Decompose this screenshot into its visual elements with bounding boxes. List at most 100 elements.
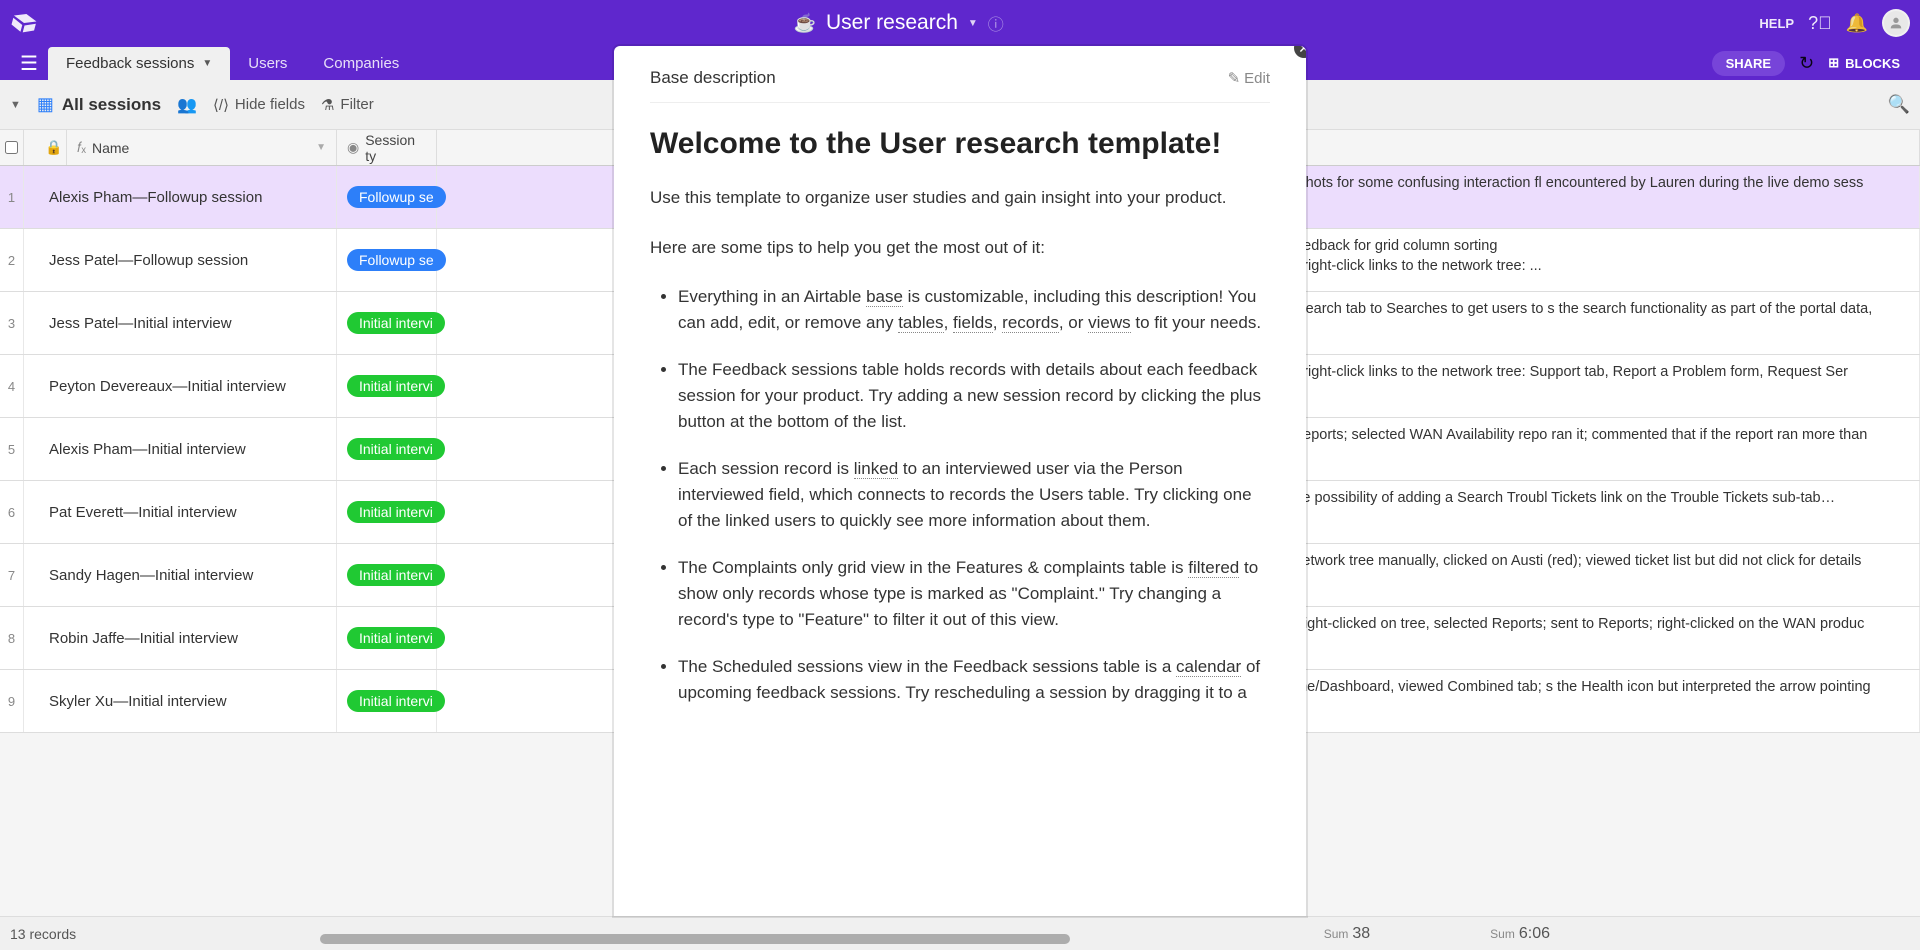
cell-notes[interactable]: Clicked Home/Dashboard, viewed Combined …: [1215, 670, 1920, 732]
hide-fields-label: Hide fields: [235, 96, 305, 113]
row-number: 3: [0, 292, 24, 354]
row-number: 5: [0, 418, 24, 480]
cell-name[interactable]: Alexis Pham—Followup session: [39, 166, 337, 228]
cell-notes[interactable]: – Add more right-click links to the netw…: [1215, 355, 1920, 417]
tip-item: Each session record is linked to an inte…: [678, 456, 1270, 535]
tip-item: The Complaints only grid view in the Fea…: [678, 555, 1270, 634]
cell-session-type[interactable]: Initial intervi: [337, 292, 437, 354]
modal-intro: Use this template to organize user studi…: [650, 185, 1270, 211]
row-color-bar: [24, 544, 39, 606]
tab-label: Feedback sessions: [66, 55, 194, 72]
name-column-header[interactable]: 𝑓ₓ Name ▼: [67, 130, 337, 165]
column-label: Session ty: [365, 132, 426, 164]
tab-feedback-sessions[interactable]: Feedback sessions ▼: [48, 47, 230, 80]
cell-notes[interactable]: User flow: Right-clicked on tree, select…: [1215, 607, 1920, 669]
cell-session-type[interactable]: Initial intervi: [337, 607, 437, 669]
modal-tips-list: Everything in an Airtable base is custom…: [650, 284, 1270, 706]
select-all-checkbox[interactable]: [5, 141, 18, 154]
blocks-button[interactable]: ⊞ BLOCKS: [1828, 55, 1900, 71]
tag-icon: ◉: [347, 139, 359, 156]
cell-session-type[interactable]: Initial intervi: [337, 355, 437, 417]
collaborators-icon[interactable]: 👥: [177, 95, 197, 115]
hide-fields-icon: ⟨/⟩: [213, 96, 229, 114]
cell-notes[interactable]: See screenshots for some confusing inter…: [1215, 166, 1920, 228]
row-color-bar: [24, 607, 39, 669]
formula-icon: 𝑓ₓ: [77, 139, 86, 156]
topbar: ☕ User research ▼ ⓘ HELP ?⃝ 🔔: [0, 0, 1920, 46]
cell-notes[interactable]: – Explore the possibility of adding a Se…: [1215, 481, 1920, 543]
search-icon[interactable]: 🔍: [1888, 94, 1910, 114]
edit-button[interactable]: ✎Edit: [1228, 69, 1270, 87]
row-color-bar: [24, 670, 39, 732]
cell-name[interactable]: Peyton Devereaux—Initial interview: [39, 355, 337, 417]
row-number: 9: [0, 670, 24, 732]
pencil-icon: ✎: [1228, 69, 1241, 87]
hide-fields-button[interactable]: ⟨/⟩ Hide fields: [213, 96, 305, 114]
cell-session-type[interactable]: Initial intervi: [337, 544, 437, 606]
cell-name[interactable]: Sandy Hagen—Initial interview: [39, 544, 337, 606]
tab-dropdown-caret[interactable]: ▼: [202, 58, 212, 69]
cell-notes[interactable]: Clicked to Reports; selected WAN Availab…: [1215, 418, 1920, 480]
row-color-bar: [24, 481, 39, 543]
tip-item: Everything in an Airtable base is custom…: [678, 284, 1270, 337]
row-color-bar: [24, 418, 39, 480]
share-button[interactable]: SHARE: [1712, 51, 1786, 76]
base-description-modal: ✕ Base description ✎Edit Welcome to the …: [614, 46, 1306, 916]
view-selector[interactable]: ▦ All sessions: [37, 94, 161, 115]
cell-name[interactable]: Robin Jaffe—Initial interview: [39, 607, 337, 669]
notes-column-header[interactable]: ≡ Notes: [1215, 130, 1920, 165]
info-icon[interactable]: ⓘ: [988, 11, 1004, 35]
notifications-icon[interactable]: 🔔: [1846, 13, 1868, 34]
row-color-bar: [24, 229, 39, 291]
close-icon[interactable]: ✕: [1294, 46, 1306, 58]
modal-tips-intro: Here are some tips to help you get the m…: [650, 235, 1270, 261]
tab-users[interactable]: Users: [230, 47, 305, 80]
help-icon[interactable]: ?⃝: [1808, 13, 1832, 34]
row-color-bar: [24, 166, 39, 228]
cell-name[interactable]: Skyler Xu—Initial interview: [39, 670, 337, 732]
cell-session-type[interactable]: Followup se: [337, 229, 437, 291]
blocks-icon: ⊞: [1828, 55, 1839, 71]
row-number: 6: [0, 481, 24, 543]
row-color-bar: [24, 355, 39, 417]
cell-session-type[interactable]: Followup se: [337, 166, 437, 228]
cell-name[interactable]: Alexis Pham—Initial interview: [39, 418, 337, 480]
color-column: [24, 130, 39, 165]
row-number: 4: [0, 355, 24, 417]
session-type-column-header[interactable]: ◉ Session ty: [337, 130, 437, 165]
tip-item: The Feedback sessions table holds record…: [678, 357, 1270, 436]
cell-name[interactable]: Pat Everett—Initial interview: [39, 481, 337, 543]
row-number: 2: [0, 229, 24, 291]
history-icon[interactable]: ↻: [1799, 53, 1814, 74]
column-menu-caret[interactable]: ▼: [316, 142, 326, 153]
cell-name[interactable]: Jess Patel—Initial interview: [39, 292, 337, 354]
cell-session-type[interactable]: Initial intervi: [337, 670, 437, 732]
horizontal-scrollbar[interactable]: [0, 934, 1920, 946]
menu-icon[interactable]: ☰: [10, 51, 48, 76]
view-name: All sessions: [62, 95, 161, 115]
checkbox-column[interactable]: [0, 130, 24, 165]
cell-notes[interactable]: – Rename Search tab to Searches to get u…: [1215, 292, 1920, 354]
help-link[interactable]: HELP: [1759, 16, 1794, 31]
base-icon: ☕: [794, 13, 816, 34]
filter-button[interactable]: ⚗ Filter: [321, 96, 374, 114]
cell-notes[interactable]: Expanded network tree manually, clicked …: [1215, 544, 1920, 606]
logo-icon: [7, 6, 41, 40]
cell-session-type[interactable]: Initial intervi: [337, 418, 437, 480]
grid-view-icon: ▦: [37, 94, 54, 115]
edit-label: Edit: [1244, 70, 1270, 87]
user-avatar[interactable]: [1882, 9, 1910, 37]
tab-label: Companies: [323, 55, 399, 72]
base-name[interactable]: User research: [826, 11, 958, 35]
cell-session-type[interactable]: Initial intervi: [337, 481, 437, 543]
blocks-label: BLOCKS: [1845, 56, 1900, 71]
cell-notes[interactable]: – Fix icon/feedback for grid column sort…: [1215, 229, 1920, 291]
tab-companies[interactable]: Companies: [305, 47, 417, 80]
base-dropdown-caret[interactable]: ▼: [968, 18, 978, 29]
expand-caret[interactable]: ▼: [10, 99, 21, 111]
lock-column: 🔒: [39, 130, 67, 165]
modal-title: Base description: [650, 68, 776, 88]
filter-label: Filter: [340, 96, 373, 113]
tip-item: The Scheduled sessions view in the Feedb…: [678, 654, 1270, 707]
cell-name[interactable]: Jess Patel—Followup session: [39, 229, 337, 291]
